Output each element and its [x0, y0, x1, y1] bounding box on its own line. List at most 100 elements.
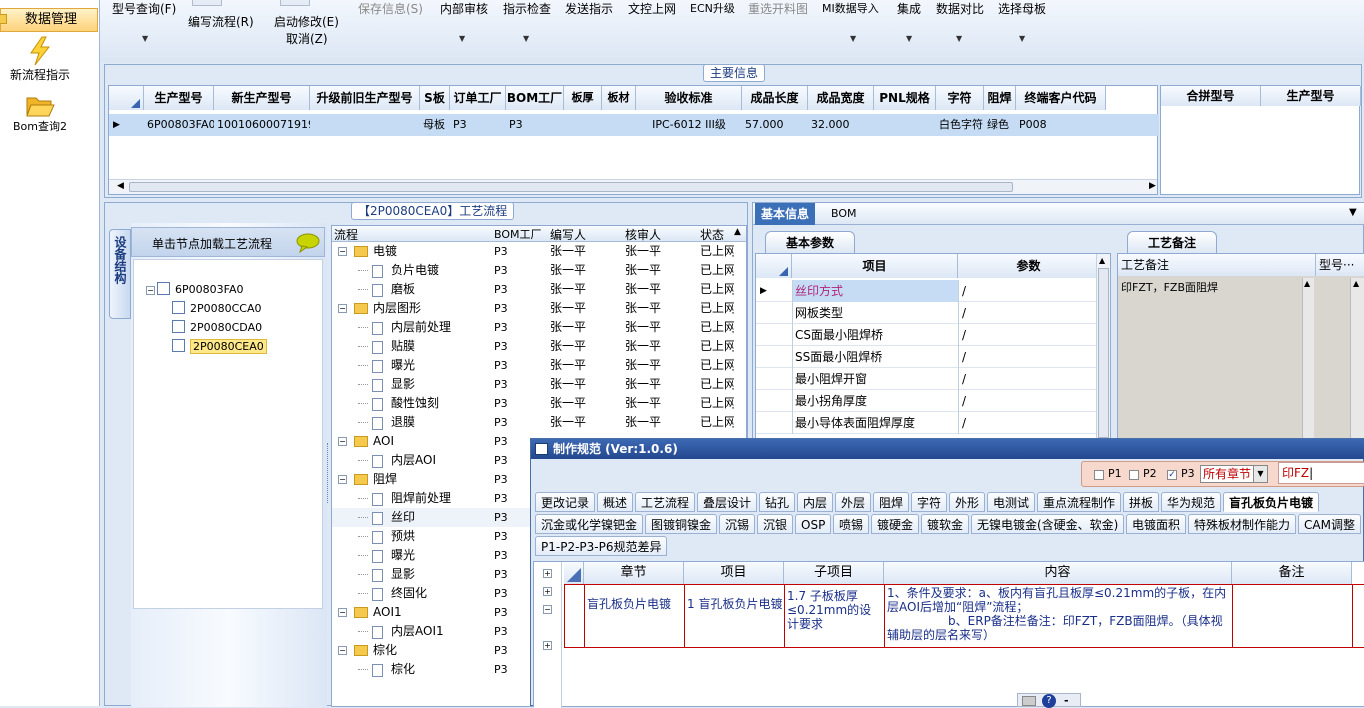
spec-tab[interactable]: OSP — [795, 514, 832, 534]
collapse-icon[interactable]: − — [338, 646, 347, 655]
collapse-icon[interactable]: − — [338, 304, 347, 313]
printer-icon[interactable] — [1022, 696, 1036, 706]
spec-tab[interactable]: 沉金或化学镍钯金 — [535, 514, 644, 534]
spec-tab[interactable]: P1-P2-P3-P6规范差异 — [535, 536, 668, 556]
horizontal-scrollbar[interactable]: ◀ ▶ — [109, 179, 1157, 194]
flow-row[interactable]: 退膜 P3 张一平 张一平 已上网 — [332, 413, 746, 432]
integrate-button[interactable]: 集成 — [897, 0, 921, 17]
spec-tab[interactable]: 拼板 — [1123, 492, 1160, 512]
params-row[interactable]: 最小导体表面阻焊厚度 / — [756, 412, 1096, 434]
chapter-select[interactable]: 所有章节 ▼ — [1200, 465, 1268, 483]
spec-grid-row[interactable]: 盲孔板负片电镀 1 盲孔板负片电镀 1.7 子板板厚≤0.21mm的设计要求 1… — [564, 584, 1364, 648]
scrollbar-thumb[interactable] — [1098, 268, 1109, 438]
main-info-col-header[interactable]: 板材 — [602, 86, 636, 110]
spec-tab[interactable]: 沉锡 — [719, 514, 756, 534]
nav-data-management[interactable]: 数据管理 — [0, 8, 98, 32]
p3-checkbox[interactable]: ✓ — [1167, 470, 1177, 480]
flow-row[interactable]: 内层前处理 P3 张一平 张一平 已上网 — [332, 318, 746, 337]
collapse-icon[interactable]: − — [338, 247, 347, 256]
spec-tab[interactable]: 更改记录 — [535, 492, 596, 512]
flow-row[interactable]: 显影 P3 张一平 张一平 已上网 — [332, 375, 746, 394]
data-compare-button[interactable]: 数据对比 — [936, 0, 984, 17]
tree-root-node[interactable]: − 6P00803FA0 — [146, 280, 243, 298]
chevron-down-icon[interactable]: ▼ — [1253, 466, 1267, 482]
side-tab-device-structure[interactable]: 设备结构 — [109, 229, 131, 319]
params-row[interactable]: ▶ 丝印方式 / — [756, 280, 1096, 302]
scroll-up-icon[interactable]: ▲ — [734, 227, 741, 237]
spec-tab[interactable]: 华为规范 — [1161, 492, 1222, 512]
spec-tab[interactable]: 盲孔板负片电镀 — [1223, 492, 1320, 512]
main-info-col-header[interactable]: 生产型号 — [144, 86, 214, 110]
tree-child-node-selected[interactable]: 2P0080CEA0 — [172, 337, 267, 355]
minimize-icon[interactable]: - — [1064, 694, 1069, 707]
start-modify-button[interactable]: 启动修改(E) — [274, 13, 339, 30]
spec-tab[interactable]: 概述 — [597, 492, 634, 512]
scroll-up-icon[interactable]: ▲ — [1353, 279, 1359, 288]
spec-tab[interactable]: 电镀面积 — [1126, 514, 1187, 534]
params-row[interactable]: 网板类型 / — [756, 302, 1096, 324]
collapse-icon[interactable]: − — [338, 608, 347, 617]
main-info-col-header[interactable]: 板厚 — [564, 86, 602, 110]
main-info-col-header[interactable]: PNL规格 — [874, 86, 936, 110]
spec-tab[interactable]: 工艺流程 — [635, 492, 696, 512]
spec-tab[interactable]: 沉银 — [757, 514, 794, 534]
upload-doc-button[interactable]: 文控上网 — [628, 0, 676, 17]
spec-tab[interactable]: 字符 — [911, 492, 948, 512]
p2-checkbox[interactable] — [1129, 470, 1139, 480]
tab-bom[interactable]: BOM — [831, 203, 857, 225]
collapse-icon[interactable]: − — [338, 475, 347, 484]
spec-tab[interactable]: 叠层设计 — [697, 492, 758, 512]
chevron-down-icon[interactable]: ▼ — [850, 34, 856, 43]
spec-tab[interactable]: 镀软金 — [921, 514, 970, 534]
bom-query-button[interactable]: Bom查询2 — [0, 94, 80, 136]
chevron-down-icon[interactable]: ▼ — [956, 34, 962, 43]
collapse-icon[interactable]: − — [146, 286, 155, 295]
ecn-upgrade-button[interactable]: ECN升级 — [690, 0, 735, 16]
flow-row[interactable]: 贴膜 P3 张一平 张一平 已上网 — [332, 337, 746, 356]
main-info-row[interactable]: ▶ 6P00803FA0 10010600071919 母板 P3 P3 IPC-6012… — [109, 114, 1159, 136]
spec-tab[interactable]: CAM调整 — [1298, 514, 1361, 534]
params-vertical-scrollbar[interactable]: ▲ — [1096, 254, 1110, 442]
expand-icon[interactable]: + — [543, 587, 552, 596]
search-input[interactable]: 印FZ| — [1278, 462, 1364, 484]
send-indicator-button[interactable]: 发送指示 — [565, 0, 613, 17]
tree-child-node[interactable]: 2P0080CCA0 — [172, 299, 262, 317]
collapse-icon[interactable]: − — [338, 437, 347, 446]
edit-flow-button[interactable]: 编写流程(R) — [188, 13, 254, 30]
main-info-col-header[interactable]: 成品长度 — [742, 86, 808, 110]
spec-tab[interactable]: 外层 — [835, 492, 872, 512]
scroll-up-icon[interactable]: ▲ — [1304, 279, 1310, 288]
spec-tab[interactable]: 重点流程制作 — [1037, 492, 1122, 512]
tree-child-node[interactable]: 2P0080CDA0 — [172, 318, 262, 336]
flow-row[interactable]: 酸性蚀刻 P3 张一平 张一平 已上网 — [332, 394, 746, 413]
expand-icon[interactable]: + — [543, 569, 552, 578]
spec-tab[interactable]: 外形 — [949, 492, 986, 512]
new-flow-button[interactable]: 新流程指示 — [0, 36, 80, 86]
internal-review-button[interactable]: 内部审核 — [440, 0, 488, 17]
remarks-scrollbar-2[interactable]: ▲ — [1350, 278, 1364, 442]
tab-basic-info[interactable]: 基本信息 — [755, 203, 816, 225]
main-info-col-header[interactable]: 阻焊 — [984, 86, 1016, 110]
cancel-button[interactable]: 取消(Z) — [286, 30, 328, 47]
main-info-col-header[interactable]: 升级前旧生产型号 — [310, 86, 420, 110]
spec-tab[interactable]: 喷锡 — [833, 514, 870, 534]
remarks-scrollbar[interactable]: ▲ — [1302, 278, 1314, 442]
flow-row[interactable]: − 内层图形 P3 张一平 张一平 已上网 — [332, 299, 746, 318]
spec-tab[interactable]: 电测试 — [987, 492, 1036, 512]
model-query-button[interactable]: 型号查询(F) — [112, 0, 176, 17]
chevron-down-icon[interactable]: ▼ — [906, 34, 912, 43]
spec-tab[interactable]: 镀硬金 — [871, 514, 920, 534]
main-info-col-header[interactable]: 验收标准 — [636, 86, 742, 110]
collapse-icon[interactable]: − — [543, 605, 552, 614]
params-row[interactable]: 最小阻焊开窗 / — [756, 368, 1096, 390]
p1-checkbox[interactable] — [1094, 470, 1104, 480]
main-info-col-header[interactable]: 终端客户代码 — [1016, 86, 1106, 110]
flow-row[interactable]: 曝光 P3 张一平 张一平 已上网 — [332, 356, 746, 375]
main-info-col-header[interactable]: S板 — [420, 86, 450, 110]
spec-tab[interactable]: 钻孔 — [759, 492, 796, 512]
scroll-up-icon[interactable]: ▲ — [1099, 256, 1105, 265]
main-info-col-header[interactable]: 订单工厂 — [450, 86, 506, 110]
spec-tab[interactable]: 内层 — [797, 492, 834, 512]
chevron-down-icon[interactable]: ▼ — [459, 34, 465, 43]
params-row[interactable]: CS面最小阻焊桥 / — [756, 324, 1096, 346]
